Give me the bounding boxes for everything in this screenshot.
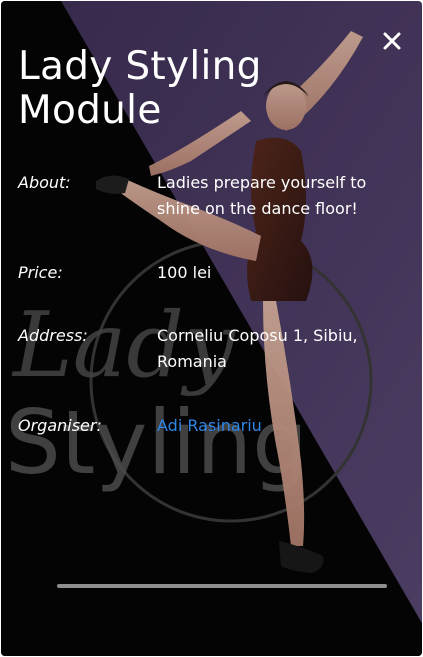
about-label: About: <box>18 173 71 192</box>
organiser-link[interactable]: Adi Rasinariu <box>157 413 402 439</box>
event-modal: Lady Styling Lady Styling Module About: … <box>1 1 422 656</box>
event-title: Lady Styling Module <box>18 44 262 133</box>
address-value: Corneliu Coposu 1, Sibiu, Romania <box>157 326 358 371</box>
price-label: Price: <box>18 263 63 282</box>
close-icon[interactable] <box>378 27 406 55</box>
logo-baseline <box>57 584 387 588</box>
about-value: Ladies prepare yourself to shine on the … <box>157 173 367 218</box>
price-value: 100 lei <box>157 263 212 282</box>
organiser-label: Organiser: <box>18 416 102 435</box>
address-label: Address: <box>18 326 88 345</box>
